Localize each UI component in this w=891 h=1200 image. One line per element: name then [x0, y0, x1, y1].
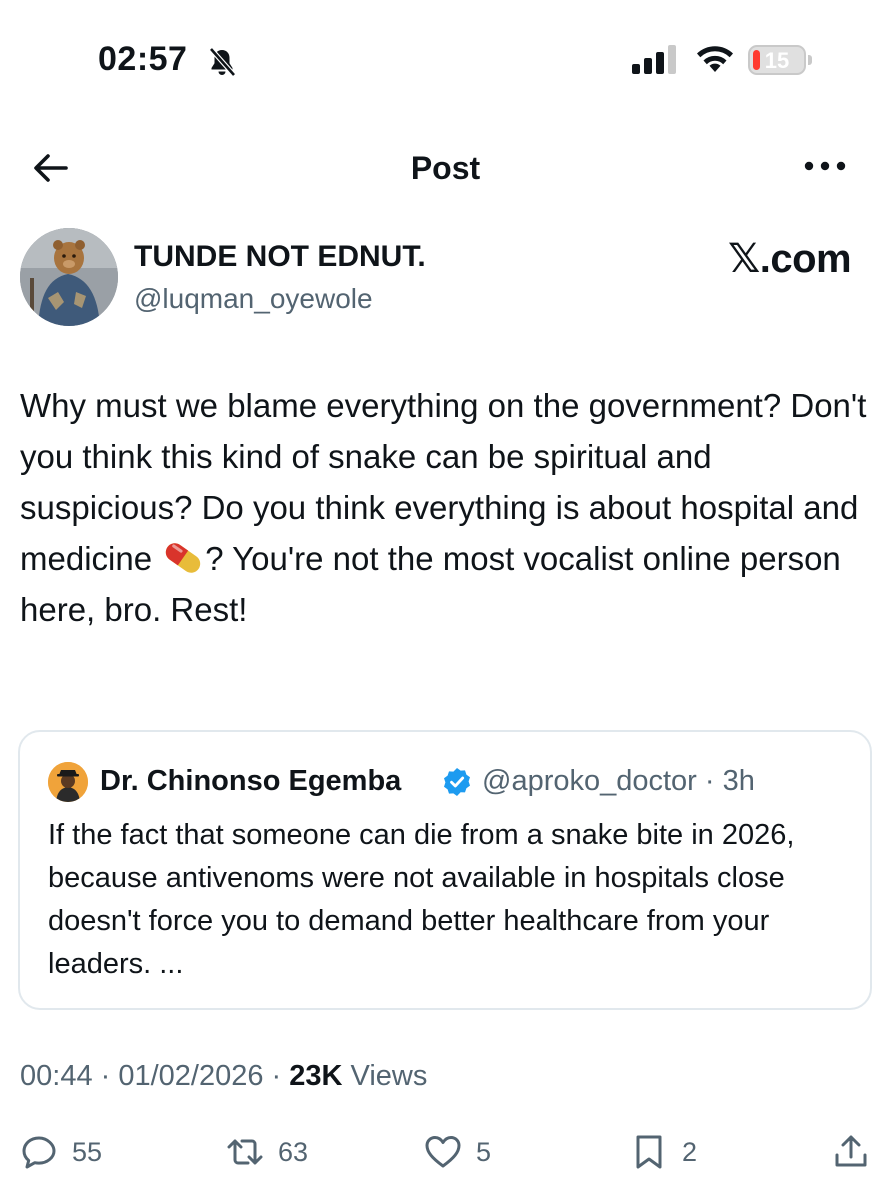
cellular-signal-icon: [632, 45, 676, 74]
post-meta: 00:44 · 01/02/2026 · 23K Views: [20, 1060, 427, 1093]
views-count: 23K: [289, 1060, 343, 1092]
battery-icon: 15: [748, 45, 806, 75]
author-name[interactable]: TUNDE NOT EDNUT.: [134, 240, 426, 274]
bookmark-button[interactable]: 2: [630, 1124, 697, 1180]
quoted-author-avatar[interactable]: [48, 762, 88, 802]
verified-badge-icon: [444, 768, 470, 796]
reply-icon: [22, 1136, 56, 1169]
tweet-text: Why must we blame everything on the gove…: [20, 380, 880, 635]
battery-nub: [808, 55, 812, 65]
battery-level: 15: [764, 48, 790, 73]
pill-emoji-icon: [166, 543, 201, 574]
quoted-post-card[interactable]: Dr. Chinonso Egemba @aproko_doctor · 3h …: [18, 730, 872, 1010]
like-button[interactable]: 5: [424, 1124, 491, 1180]
bell-muted-icon: [209, 47, 236, 77]
x-com-watermark: 𝕏.com: [728, 237, 852, 281]
share-icon: [835, 1135, 867, 1167]
repost-button[interactable]: 63: [226, 1124, 308, 1180]
author-handle[interactable]: @luqman_oyewole: [134, 283, 373, 315]
page-title: Post: [410, 150, 481, 186]
bookmark-count: 2: [682, 1136, 698, 1167]
quoted-author-name[interactable]: Dr. Chinonso Egemba: [100, 765, 401, 798]
wifi-icon: [697, 46, 733, 72]
post-header: Post: [0, 130, 891, 210]
views-label: Views: [342, 1060, 428, 1092]
status-time: 02:57: [98, 40, 188, 78]
avatar-image: [20, 228, 118, 326]
reply-count: 55: [72, 1136, 103, 1167]
reply-button[interactable]: 55: [20, 1124, 102, 1180]
share-button[interactable]: [832, 1124, 870, 1180]
author-avatar[interactable]: [20, 228, 118, 326]
quoted-author-handle-time: @aproko_doctor · 3h: [482, 765, 755, 797]
repost-icon: [227, 1139, 263, 1165]
heart-icon: [425, 1136, 461, 1168]
more-options-icon[interactable]: [802, 154, 848, 178]
post-timestamp: 00:44 · 01/02/2026 ·: [20, 1060, 290, 1092]
repost-count: 63: [278, 1136, 309, 1167]
quoted-avatar-image: [48, 762, 88, 802]
status-bar: 02:57 15: [0, 0, 891, 110]
bookmark-icon: [636, 1135, 662, 1169]
quoted-post-text: If the fact that someone can die from a …: [48, 819, 795, 980]
post-actions-bar: 55 63 5 2: [0, 1124, 891, 1184]
like-count: 5: [476, 1136, 492, 1167]
